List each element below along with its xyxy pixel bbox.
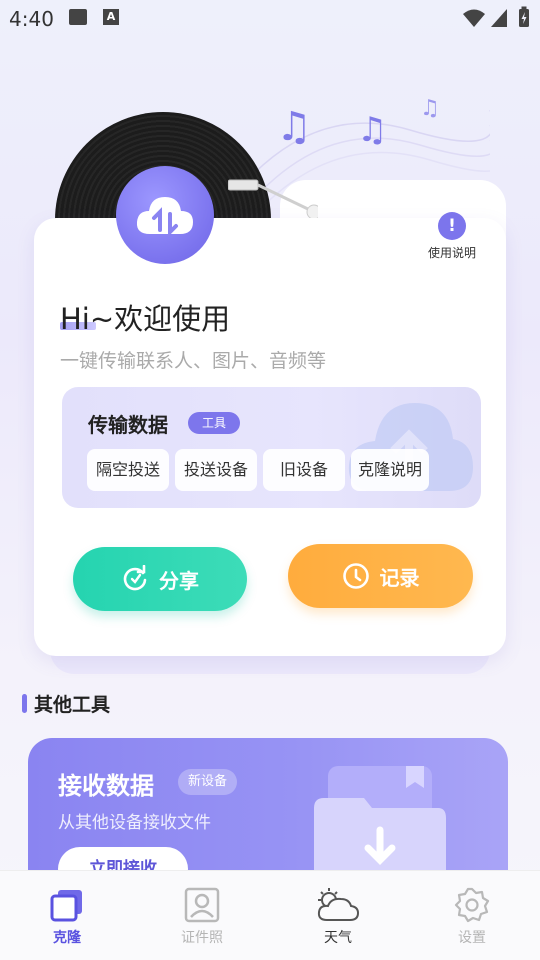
settings-icon xyxy=(454,887,490,923)
clock-icon xyxy=(342,563,369,589)
receive-subtitle: 从其他设备接收文件 xyxy=(58,813,211,833)
nav-tab-clone[interactable]: 克隆 xyxy=(17,871,117,960)
music-note-icon: ♫ xyxy=(357,110,388,150)
bottom-navigation: 克隆 证件照 天气 设置 xyxy=(0,870,540,960)
receive-title: 接收数据 xyxy=(58,772,154,800)
weather-icon xyxy=(317,888,360,921)
cloud-transfer-icon xyxy=(116,166,214,264)
transfer-data-panel: 传输数据 工具 隔空投送 投送设备 旧设备 克隆说明 xyxy=(62,387,481,508)
tool-badge: 工具 xyxy=(188,412,241,434)
wifi-icon xyxy=(463,9,485,27)
share-label: 分享 xyxy=(159,568,199,593)
greeting-title: Hi~欢迎使用 xyxy=(60,302,231,336)
nav-tab-settings[interactable]: 设置 xyxy=(422,871,522,960)
chip-old-device[interactable]: 旧设备 xyxy=(263,449,345,491)
chip-send-device[interactable]: 投送设备 xyxy=(175,449,257,491)
status-bar: 4:40 A xyxy=(0,0,540,36)
clone-icon xyxy=(50,890,82,922)
music-note-icon: ♫ xyxy=(420,96,440,121)
nav-label-weather: 天气 xyxy=(324,930,352,946)
signal-icon xyxy=(491,9,507,27)
gallery-notification-icon xyxy=(69,9,87,25)
new-device-badge: 新设备 xyxy=(178,769,238,795)
id-photo-icon xyxy=(184,887,220,923)
usage-help-button[interactable]: ! 使用说明 xyxy=(422,212,482,261)
tonearm-decoration xyxy=(228,179,318,218)
music-note-icon: ♫ xyxy=(276,104,312,150)
transfer-title: 传输数据 xyxy=(88,413,168,437)
other-tools-title: 其他工具 xyxy=(34,694,111,716)
usage-help-label: 使用说明 xyxy=(427,246,476,260)
greeting-subtitle: 一键传输联系人、图片、音频等 xyxy=(60,350,327,372)
record-label: 记录 xyxy=(379,565,420,590)
status-time: 4:40 xyxy=(9,7,54,31)
nav-tab-weather[interactable]: 天气 xyxy=(288,871,388,960)
chip-airdrop[interactable]: 隔空投送 xyxy=(87,449,169,491)
nav-tab-id-photo[interactable]: 证件照 xyxy=(152,871,252,960)
text-notification-icon: A xyxy=(103,9,119,25)
nav-label-id-photo: 证件照 xyxy=(181,930,223,946)
chip-clone-guide[interactable]: 克隆说明 xyxy=(351,449,429,491)
share-refresh-icon xyxy=(123,565,147,591)
battery-icon xyxy=(519,6,529,27)
nav-label-clone: 克隆 xyxy=(53,930,81,946)
share-button[interactable]: 分享 xyxy=(73,547,247,611)
record-button[interactable]: 记录 xyxy=(288,544,473,608)
info-icon: ! xyxy=(438,212,466,240)
nav-label-settings: 设置 xyxy=(458,930,486,946)
